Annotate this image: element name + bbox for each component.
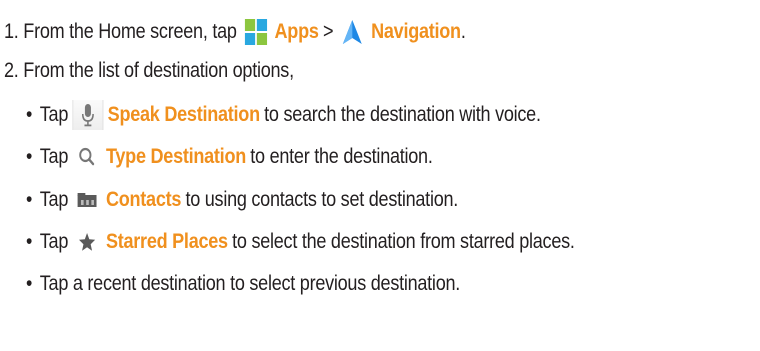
navigation-label: Navigation: [371, 20, 461, 43]
bullet-description: Tap a recent destination to select previ…: [39, 272, 461, 295]
menu-separator: >: [322, 20, 334, 43]
star-icon: [72, 227, 101, 257]
bullet-mark: •: [26, 145, 33, 168]
navigation-icon: [338, 17, 367, 47]
bullet-description: to enter the destination.: [250, 145, 433, 168]
step-1: 1. From the Home screen, tap Apps > Navi…: [4, 12, 466, 52]
instruction-page: 1. From the Home screen, tap Apps > Navi…: [0, 0, 760, 351]
contacts-label: Contacts: [105, 188, 182, 211]
step-2: 2. From the list of destination options,: [4, 51, 294, 91]
step-2-text: 2. From the list of destination options,: [4, 59, 294, 82]
search-icon: [72, 142, 101, 172]
bullet-description: to select the destination from starred p…: [232, 230, 575, 253]
microphone-icon: [72, 100, 104, 130]
bullet-mark: •: [26, 103, 33, 126]
bullet-mark: •: [26, 230, 33, 253]
type-destination-label: Type Destination: [105, 145, 246, 168]
bullet-prefix: Tap: [39, 103, 69, 126]
list-item-starred-places: • Tap Starred Places to select the desti…: [26, 222, 575, 262]
apps-label: Apps: [274, 20, 319, 43]
bullet-prefix: Tap: [39, 188, 69, 211]
step-1-text: 1. From the Home screen, tap: [4, 20, 237, 43]
list-item-speak-destination: • Tap Speak Destination to search the de…: [26, 95, 541, 135]
speak-destination-label: Speak Destination: [107, 103, 260, 126]
list-item-type-destination: • Tap Type Destination to enter the dest…: [26, 137, 433, 177]
list-item-recent-destination: • Tap a recent destination to select pre…: [26, 264, 460, 304]
bullet-prefix: Tap: [39, 145, 69, 168]
contacts-icon: [72, 185, 101, 215]
list-item-contacts: • Tap Contacts to using contacts to set …: [26, 180, 458, 220]
bullet-mark: •: [26, 272, 33, 295]
bullet-description: to search the destination with voice.: [264, 103, 541, 126]
bullet-mark: •: [26, 188, 33, 211]
bullet-prefix: Tap: [39, 230, 69, 253]
bullet-description: to using contacts to set destination.: [185, 188, 459, 211]
step-1-end: .: [460, 20, 466, 43]
apps-grid-icon: [241, 17, 270, 47]
starred-places-label: Starred Places: [105, 230, 228, 253]
